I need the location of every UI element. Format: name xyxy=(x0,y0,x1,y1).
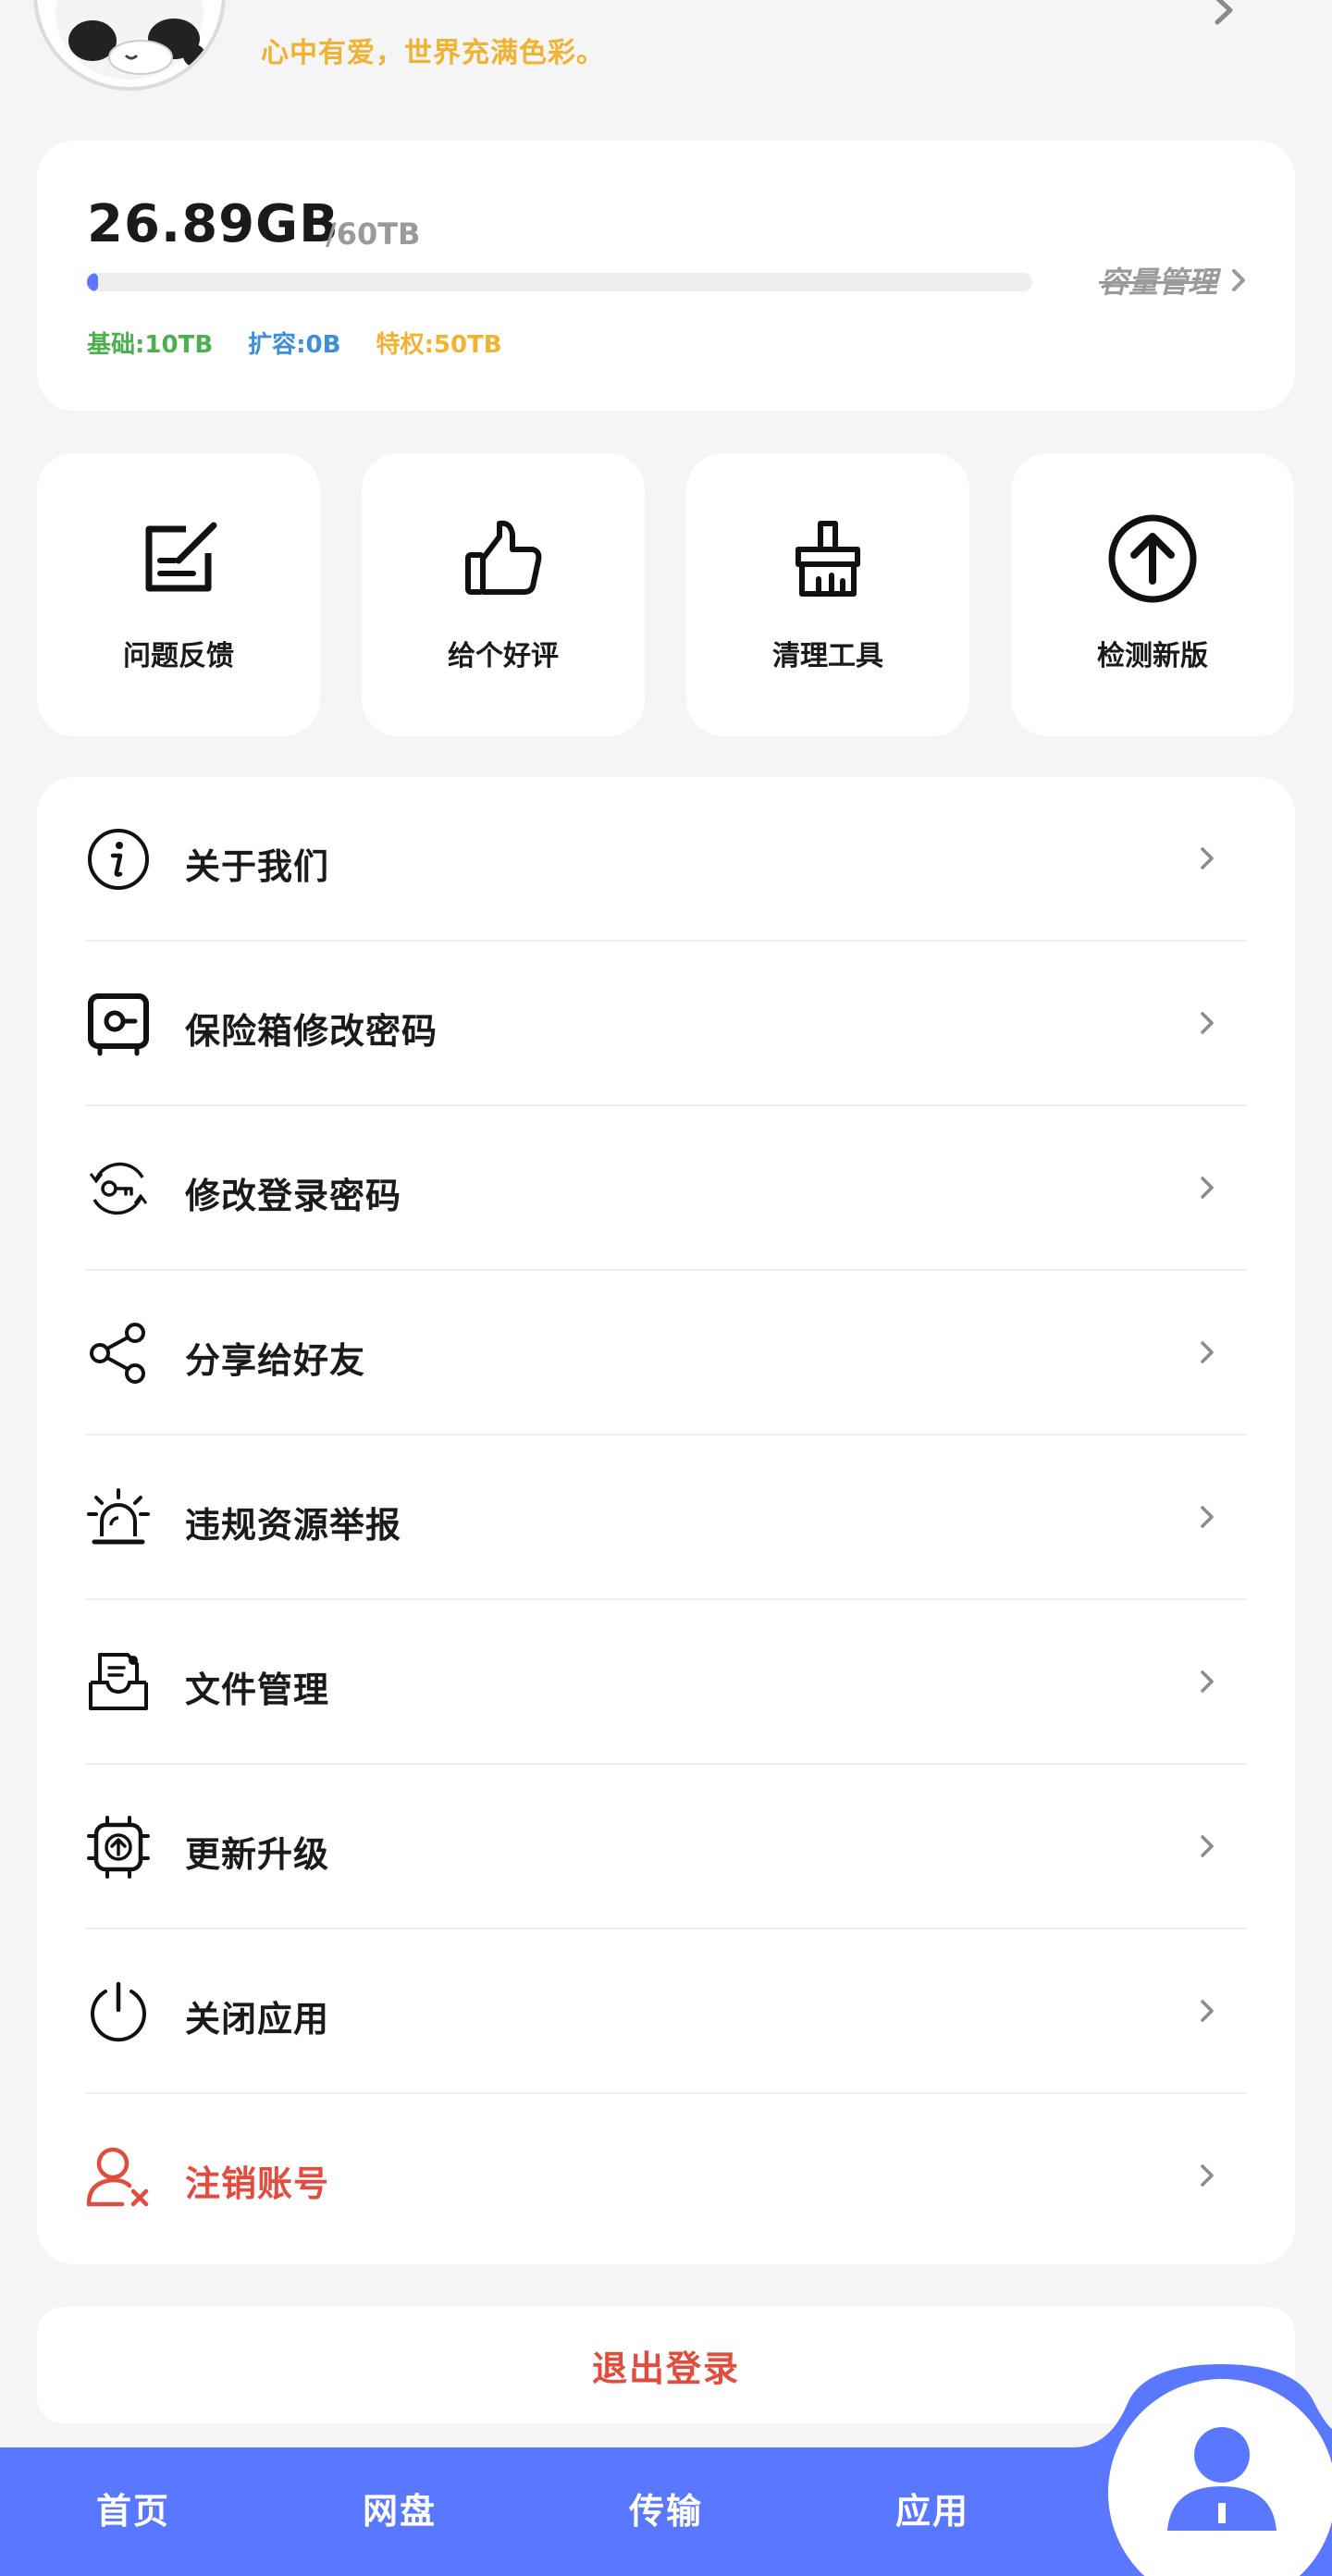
nav-tab-transfer[interactable]: 传输 xyxy=(574,2483,758,2533)
menu-item-share[interactable]: 分享给好友 xyxy=(85,1271,1247,1436)
menu-item-label: 分享给好友 xyxy=(185,1340,366,1381)
alarm-light-icon xyxy=(87,1488,150,1545)
storage-progress-bar xyxy=(87,273,1032,291)
menu-item-label: 文件管理 xyxy=(185,1670,330,1710)
cleanup-tile[interactable]: 清理工具 xyxy=(686,453,969,736)
thumbs-up-icon xyxy=(465,520,542,595)
menu-item-label: 注销账号 xyxy=(185,2163,330,2204)
check-update-tile[interactable]: 检测新版 xyxy=(1011,453,1294,736)
user-motto: 心中有爱，世界充满色彩。 xyxy=(261,37,605,69)
chevron-right-icon xyxy=(1201,1835,1214,1857)
menu-item-login-password[interactable]: 修改登录密码 xyxy=(85,1106,1247,1271)
menu-item-label: 修改登录密码 xyxy=(185,1176,402,1216)
menu-item-label: 关于我们 xyxy=(185,846,330,887)
settings-menu: 关于我们 保险箱修改密码 修改登录密码 分享给好友 违规资源举报 文件管理 更新… xyxy=(37,777,1295,2264)
key-rotate-icon xyxy=(89,1162,148,1215)
chevron-right-icon xyxy=(1201,1341,1214,1363)
nav-tab-home[interactable]: 首页 xyxy=(41,2483,226,2533)
chevron-right-icon xyxy=(1201,1670,1214,1693)
quota-privilege: 特权:50TB xyxy=(376,331,502,359)
menu-item-report[interactable]: 违规资源举报 xyxy=(85,1436,1247,1600)
chevron-right-icon xyxy=(1201,2000,1214,2022)
tile-label: 给个好评 xyxy=(448,640,559,672)
upload-arrow-circle-icon xyxy=(1108,514,1197,603)
quota-row: 基础:10TB 扩容:0B 特权:50TB xyxy=(87,326,502,360)
nav-tab-drive[interactable]: 网盘 xyxy=(307,2483,492,2533)
chip-upgrade-icon xyxy=(87,1816,150,1879)
info-icon xyxy=(88,829,149,890)
share-icon xyxy=(90,1323,145,1384)
storage-card: 26.89GB /60TB 容量管理 基础:10TB 扩容:0B 特权:50TB xyxy=(37,141,1295,411)
menu-item-delete-account[interactable]: 注销账号 xyxy=(85,2094,1247,2259)
chevron-right-icon xyxy=(1201,1177,1214,1199)
menu-item-label: 保险箱修改密码 xyxy=(185,1011,438,1052)
chevron-right-icon xyxy=(1232,269,1246,291)
menu-item-file-management[interactable]: 文件管理 xyxy=(85,1600,1247,1765)
safe-icon xyxy=(88,993,149,1056)
capacity-management-link[interactable]: 容量管理 xyxy=(1099,259,1247,302)
nav-tab-apps[interactable]: 应用 xyxy=(840,2483,1025,2533)
menu-item-label: 关闭应用 xyxy=(185,1999,330,2040)
menu-item-safe-password[interactable]: 保险箱修改密码 xyxy=(85,942,1247,1106)
storage-progress-fill xyxy=(87,273,98,291)
file-inbox-icon xyxy=(89,1653,148,1710)
user-remove-icon xyxy=(86,2147,149,2207)
user-icon xyxy=(1167,2427,1276,2531)
capacity-link-label: 容量管理 xyxy=(1099,265,1218,300)
feedback-tile[interactable]: 问题反馈 xyxy=(37,453,320,736)
menu-item-close-app[interactable]: 关闭应用 xyxy=(85,1929,1247,2094)
chevron-right-icon xyxy=(1201,847,1214,869)
chevron-right-icon xyxy=(1201,2164,1214,2187)
menu-item-about[interactable]: 关于我们 xyxy=(85,777,1247,942)
chevron-right-icon xyxy=(1201,1012,1214,1034)
chevron-right-icon xyxy=(1201,1506,1214,1528)
tile-label: 检测新版 xyxy=(1097,640,1208,672)
menu-item-label: 违规资源举报 xyxy=(185,1505,402,1546)
feedback-edit-icon xyxy=(145,522,217,592)
rate-tile[interactable]: 给个好评 xyxy=(362,453,645,736)
power-icon xyxy=(91,1981,146,2042)
broom-icon xyxy=(796,521,860,597)
menu-item-label: 更新升级 xyxy=(185,1834,330,1875)
profile-chevron-icon[interactable] xyxy=(1212,0,1238,26)
tile-label: 清理工具 xyxy=(772,640,883,672)
storage-used: 26.89GB xyxy=(87,194,339,254)
tile-label: 问题反馈 xyxy=(123,640,234,672)
quota-expansion: 扩容:0B xyxy=(248,331,341,359)
storage-total: /60TB xyxy=(326,216,421,252)
avatar[interactable] xyxy=(33,0,226,91)
menu-item-update[interactable]: 更新升级 xyxy=(85,1765,1247,1929)
quota-basic: 基础:10TB xyxy=(87,331,214,359)
